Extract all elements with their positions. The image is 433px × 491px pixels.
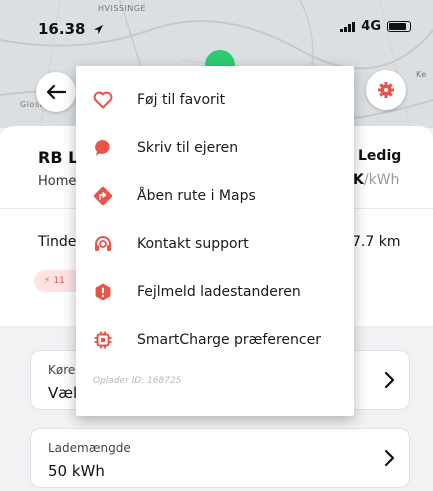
menu-item-smartcharge-preferences[interactable]: SmartCharge præferencer bbox=[76, 322, 354, 358]
signal-icon bbox=[340, 21, 356, 32]
availability-status: Ledig bbox=[346, 148, 401, 164]
field-label: Køre bbox=[48, 363, 76, 377]
directions-icon bbox=[92, 185, 114, 207]
map-label: HVISSINGE bbox=[98, 4, 147, 13]
map-label: Ke bbox=[416, 70, 427, 79]
lightning-icon: ⚡ bbox=[44, 276, 51, 286]
back-button[interactable] bbox=[36, 72, 76, 112]
availability-text: Ledig bbox=[358, 148, 402, 164]
menu-item-report-charger[interactable]: Fejlmeld ladestanderen bbox=[76, 274, 354, 310]
charger-id: Oplader ID: 168725 bbox=[93, 376, 182, 386]
price-unit: /kWh bbox=[363, 172, 400, 188]
field-value: Væl bbox=[48, 384, 78, 402]
alert-icon bbox=[92, 281, 114, 303]
station-name: RB L bbox=[38, 148, 79, 167]
menu-item-message-owner[interactable]: Skriv til ejeren bbox=[76, 130, 354, 166]
status-time-text: 16.38 bbox=[38, 20, 86, 38]
options-menu: Føj til favorit Skriv til ejeren Åben ru… bbox=[76, 66, 354, 416]
menu-item-contact-support[interactable]: Kontakt support bbox=[76, 226, 354, 262]
heart-icon bbox=[92, 89, 114, 111]
chevron-right-icon bbox=[384, 371, 395, 389]
location-label: Tinde bbox=[38, 234, 77, 250]
menu-item-favorite[interactable]: Føj til favorit bbox=[76, 82, 354, 118]
distance: 7.7 km bbox=[352, 234, 401, 250]
arrow-left-icon bbox=[46, 84, 66, 100]
status-time: 16.38 bbox=[38, 20, 104, 38]
field-value: 50 kWh bbox=[48, 462, 105, 480]
menu-item-label: Kontakt support bbox=[137, 236, 249, 252]
settings-button[interactable] bbox=[366, 70, 406, 110]
field-label: Lademængde bbox=[48, 441, 131, 455]
status-indicators: 4G bbox=[340, 19, 411, 34]
support-headset-icon bbox=[92, 233, 114, 255]
menu-item-label: Skriv til ejeren bbox=[137, 140, 239, 156]
menu-item-open-route[interactable]: Åben rute i Maps bbox=[76, 178, 354, 214]
chat-bubble-icon bbox=[92, 137, 114, 159]
price: K/kWh bbox=[353, 172, 399, 188]
chevron-right-icon bbox=[384, 449, 395, 467]
station-subtitle: Home bbox=[38, 174, 77, 189]
charge-amount-field[interactable]: Lademængde 50 kWh bbox=[30, 428, 410, 488]
menu-item-label: Føj til favorit bbox=[137, 92, 226, 108]
location-arrow-icon bbox=[93, 24, 103, 35]
price-value: K bbox=[353, 172, 364, 188]
menu-item-label: Fejlmeld ladestanderen bbox=[137, 284, 301, 300]
battery-icon bbox=[387, 21, 411, 32]
menu-item-label: Åben rute i Maps bbox=[137, 188, 256, 204]
power-chip-text: 11 bbox=[53, 276, 65, 286]
network-type: 4G bbox=[361, 19, 381, 34]
menu-item-label: SmartCharge præferencer bbox=[137, 332, 321, 348]
chip-settings-icon bbox=[92, 329, 114, 351]
gear-icon bbox=[378, 82, 394, 98]
